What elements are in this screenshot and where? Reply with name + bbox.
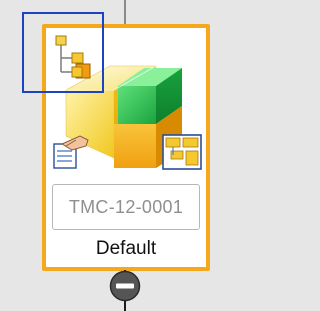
connector-line-top [124,0,126,26]
workflow-canvas: TMC-12-0001 Default [0,0,244,311]
layout-icon[interactable] [162,134,202,170]
template-name-label: Default [95,238,157,259]
edit-hand-icon[interactable] [52,134,90,170]
minus-circle-icon[interactable] [109,270,141,302]
template-id-field[interactable]: TMC-12-0001 [52,184,200,230]
selection-highlight [22,12,104,93]
